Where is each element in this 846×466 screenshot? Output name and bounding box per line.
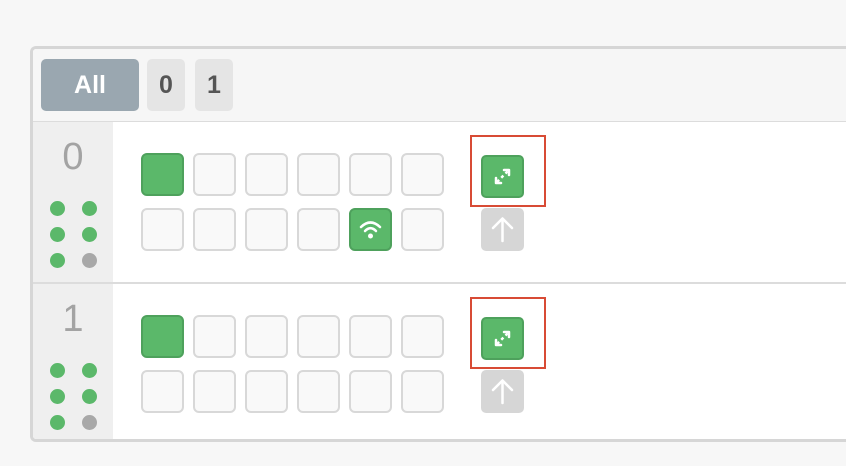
wifi-icon <box>359 221 382 239</box>
tab-0[interactable]: 0 <box>147 59 185 111</box>
slot-top-0[interactable] <box>141 153 184 196</box>
tab-all[interactable]: All <box>41 59 139 111</box>
upload-arrow-icon <box>491 217 514 243</box>
slot-bottom-5[interactable] <box>401 370 444 413</box>
status-dot <box>82 363 97 378</box>
status-dot <box>50 253 65 268</box>
slot-top-1[interactable] <box>193 315 236 358</box>
status-dot <box>82 201 97 216</box>
slot-bottom-5[interactable] <box>401 208 444 251</box>
expand-button[interactable] <box>481 155 524 198</box>
slot-bottom-4[interactable] <box>349 370 392 413</box>
slot-top-3[interactable] <box>297 153 340 196</box>
status-dot <box>50 415 65 430</box>
slot-bottom-3[interactable] <box>297 208 340 251</box>
tab-bar: All 0 1 <box>33 49 846 122</box>
slot-top-2[interactable] <box>245 315 288 358</box>
tab-1[interactable]: 1 <box>195 59 233 111</box>
slot-bottom-2[interactable] <box>245 370 288 413</box>
slot-top-5[interactable] <box>401 315 444 358</box>
slot-top-5[interactable] <box>401 153 444 196</box>
device-panel: All 0 1 0 1 <box>30 46 846 442</box>
slot-top-2[interactable] <box>245 153 288 196</box>
slot-bottom-1[interactable] <box>193 208 236 251</box>
status-dot <box>82 415 97 430</box>
status-dot <box>50 227 65 242</box>
row-sidebar: 0 <box>33 122 113 282</box>
slot-top-4[interactable] <box>349 315 392 358</box>
row-number: 1 <box>62 298 84 340</box>
device-row-1: 1 <box>33 284 846 439</box>
slot-bottom-2[interactable] <box>245 208 288 251</box>
upload-arrow-icon <box>491 379 514 405</box>
status-dot <box>50 201 65 216</box>
status-dot <box>50 363 65 378</box>
slot-top-1[interactable] <box>193 153 236 196</box>
status-dot <box>82 389 97 404</box>
device-row-0: 0 <box>33 122 846 284</box>
expand-button[interactable] <box>481 317 524 360</box>
slot-bottom-1[interactable] <box>193 370 236 413</box>
status-dot <box>82 227 97 242</box>
slot-bottom-0[interactable] <box>141 208 184 251</box>
slot-bottom-4[interactable] <box>349 208 392 251</box>
slot-bottom-3[interactable] <box>297 370 340 413</box>
slot-top-3[interactable] <box>297 315 340 358</box>
slot-bottom-0[interactable] <box>141 370 184 413</box>
expand-icon <box>494 330 511 347</box>
slot-top-0[interactable] <box>141 315 184 358</box>
upload-button[interactable] <box>481 208 524 251</box>
row-number: 0 <box>62 136 84 178</box>
upload-button[interactable] <box>481 370 524 413</box>
row-sidebar: 1 <box>33 284 113 439</box>
slot-top-4[interactable] <box>349 153 392 196</box>
status-dot <box>82 253 97 268</box>
status-dot <box>50 389 65 404</box>
expand-icon <box>494 168 511 185</box>
